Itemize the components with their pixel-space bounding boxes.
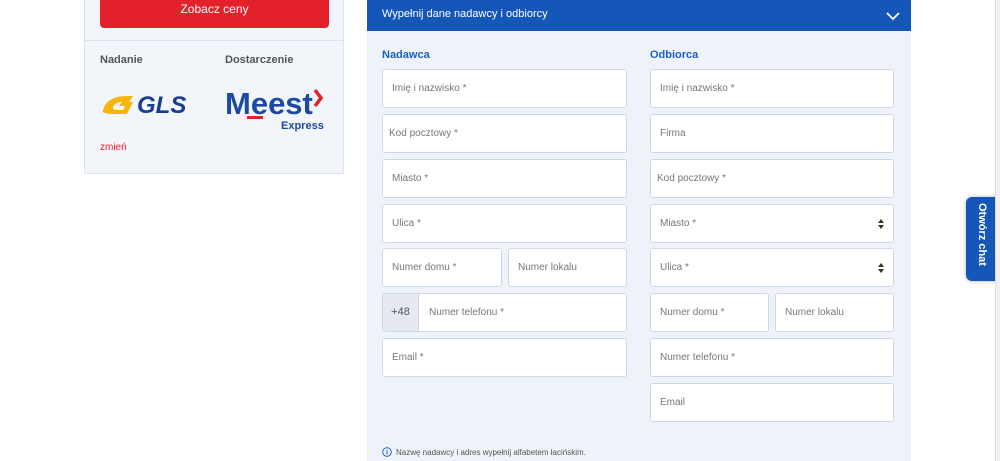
recipient-name-field[interactable]: Imię i nazwisko *: [650, 69, 894, 108]
recipient-city-placeholder: Miasto *: [660, 218, 697, 229]
recipient-postal-placeholder: Kod pocztowy *: [657, 173, 726, 184]
gls-logo: GLS: [102, 92, 186, 118]
select-arrows-icon: [878, 219, 884, 229]
see-prices-button[interactable]: Zobacz ceny: [100, 0, 329, 28]
chevron-down-icon[interactable]: [885, 8, 901, 24]
sender-email-placeholder: Email *: [392, 352, 424, 363]
gls-logo-text: GLS: [137, 92, 186, 118]
sender-city-placeholder: Miasto *: [392, 173, 429, 184]
sender-phone-placeholder: Numer telefonu *: [429, 307, 505, 318]
recipient-company-field[interactable]: Firma: [650, 114, 894, 153]
sender-postal-field[interactable]: Kod pocztowy *: [382, 114, 627, 153]
meest-express-logo: Meest Express: [225, 86, 324, 132]
sender-name-field[interactable]: Imię i nazwisko *: [382, 69, 627, 108]
recipient-phone-placeholder: Numer telefonu *: [660, 352, 736, 363]
address-form-panel: Wypełnij dane nadawcy i odbiorcy Nadawca…: [367, 0, 911, 461]
sender-section-label: Nadawca: [382, 49, 430, 61]
recipient-email-field[interactable]: Email: [650, 383, 894, 422]
sender-flat-placeholder: Numer lokalu: [518, 262, 577, 273]
info-icon: [382, 447, 392, 457]
select-arrows-icon: [878, 263, 884, 273]
phone-prefix: +48: [383, 294, 419, 331]
recipient-section-label: Odbiorca: [650, 49, 699, 61]
recipient-house-placeholder: Numer domu *: [660, 307, 725, 318]
recipient-name-placeholder: Imię i nazwisko *: [660, 83, 735, 94]
sender-house-placeholder: Numer domu *: [392, 262, 457, 273]
recipient-street-placeholder: Ulica *: [660, 262, 689, 273]
carrier-summary-card: Zobacz ceny Nadanie Dostarczenie GLS Mee…: [84, 0, 344, 174]
meest-logo-subtext: Express: [281, 120, 324, 132]
sender-phone-field[interactable]: +48 Numer telefonu *: [382, 293, 627, 332]
page: Zobacz ceny Nadanie Dostarczenie GLS Mee…: [0, 0, 1000, 461]
scrollbar-track[interactable]: [995, 0, 1000, 461]
recipient-city-select[interactable]: Miasto *: [650, 204, 894, 243]
pickup-label: Nadanie: [100, 54, 143, 66]
form-header[interactable]: Wypełnij dane nadawcy i odbiorcy: [367, 0, 911, 31]
sender-postal-placeholder: Kod pocztowy *: [389, 128, 458, 139]
sender-house-number-field[interactable]: Numer domu *: [382, 248, 502, 287]
open-chat-label: Otwórz chat: [976, 203, 988, 266]
meest-logo-text: Meest: [225, 86, 313, 121]
recipient-phone-field[interactable]: Numer telefonu *: [650, 338, 894, 377]
change-carrier-link[interactable]: zmień: [100, 142, 127, 153]
sender-street-field[interactable]: Ulica *: [382, 204, 627, 243]
latin-alphabet-note-text: Nazwę nadawcy i adres wypełnij alfabetem…: [396, 447, 586, 457]
recipient-email-placeholder: Email: [660, 397, 686, 408]
sender-city-field[interactable]: Miasto *: [382, 159, 627, 198]
sender-name-placeholder: Imię i nazwisko *: [392, 83, 467, 94]
form-header-title: Wypełnij dane nadawcy i odbiorcy: [382, 8, 548, 20]
divider: [85, 40, 343, 41]
sender-email-field[interactable]: Email *: [382, 338, 627, 377]
delivery-label: Dostarczenie: [225, 54, 294, 66]
recipient-flat-placeholder: Numer lokalu: [785, 307, 844, 318]
sender-street-placeholder: Ulica *: [392, 218, 421, 229]
recipient-postal-field[interactable]: Kod pocztowy *: [650, 159, 894, 198]
sender-flat-number-field[interactable]: Numer lokalu: [508, 248, 627, 287]
latin-alphabet-note: Nazwę nadawcy i adres wypełnij alfabetem…: [382, 447, 586, 457]
recipient-street-select[interactable]: Ulica *: [650, 248, 894, 287]
recipient-company-placeholder: Firma: [660, 128, 686, 139]
recipient-flat-number-field[interactable]: Numer lokalu: [775, 293, 894, 332]
recipient-house-number-field[interactable]: Numer domu *: [650, 293, 769, 332]
